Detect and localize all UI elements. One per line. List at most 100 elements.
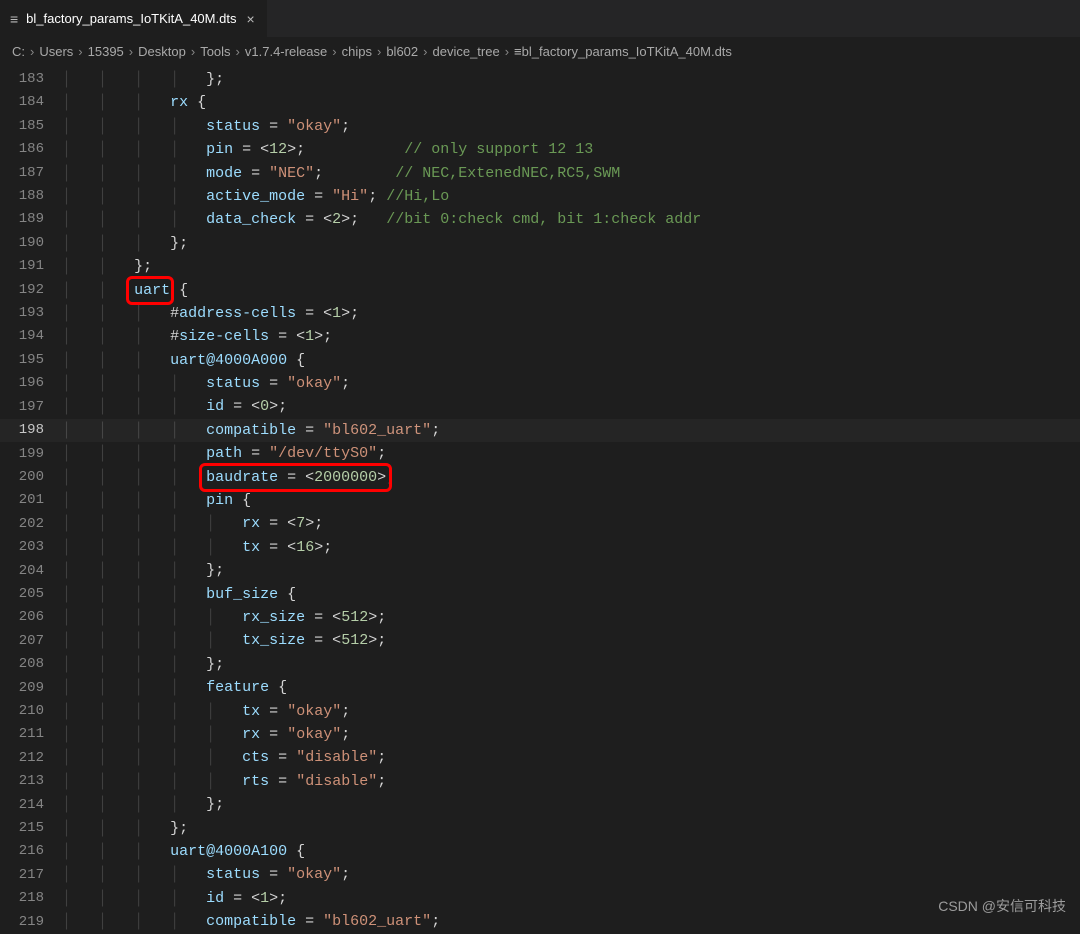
code-line[interactable]: │ │ │ uart@4000A000 { <box>62 349 1080 372</box>
code-line[interactable]: │ │ │ │ id = <1>; <box>62 887 1080 910</box>
code-line[interactable]: │ │ │ │ pin { <box>62 489 1080 512</box>
code-line[interactable]: │ │ │ │ status = "okay"; <box>62 863 1080 886</box>
breadcrumb-separator: › <box>78 44 82 59</box>
code-line[interactable]: │ │ │ │ data_check = <2>; //bit 0:check … <box>62 208 1080 231</box>
line-number: 217 <box>0 864 62 887</box>
line-number: 203 <box>0 536 62 559</box>
code-editor[interactable]: 1831841851861871881891901911921931941951… <box>0 66 1080 930</box>
line-number: 216 <box>0 840 62 863</box>
line-number: 208 <box>0 653 62 676</box>
file-tab[interactable]: ≡ bl_factory_params_IoTKitA_40M.dts × <box>0 0 268 37</box>
code-line[interactable]: │ │ │ │ │ rx = "okay"; <box>62 723 1080 746</box>
code-line[interactable]: │ │ │ │ }; <box>62 559 1080 582</box>
breadcrumb[interactable]: C: › Users › 15395 › Desktop › Tools › v1.7.4-rele… <box>0 38 1080 66</box>
code-line[interactable]: │ │ uart { <box>62 279 1080 302</box>
line-number: 219 <box>0 911 62 934</box>
code-line[interactable]: │ │ }; <box>62 255 1080 278</box>
breadcrumb-segment[interactable]: Tools <box>200 44 230 59</box>
code-line[interactable]: │ │ │ │ │ rx_size = <512>; <box>62 606 1080 629</box>
code-line[interactable]: │ │ │ │ }; <box>62 793 1080 816</box>
line-number: 205 <box>0 583 62 606</box>
line-number: 196 <box>0 372 62 395</box>
line-number: 211 <box>0 723 62 746</box>
code-line[interactable]: │ │ │ │ │ rts = "disable"; <box>62 770 1080 793</box>
line-number: 204 <box>0 560 62 583</box>
line-number: 193 <box>0 302 62 325</box>
code-line[interactable]: │ │ │ │ status = "okay"; <box>62 372 1080 395</box>
line-number: 218 <box>0 887 62 910</box>
code-line[interactable]: │ │ │ #address-cells = <1>; <box>62 302 1080 325</box>
breadcrumb-separator: › <box>236 44 240 59</box>
code-line[interactable]: │ │ │ │ status = "okay"; <box>62 115 1080 138</box>
breadcrumb-segment[interactable]: device_tree <box>432 44 499 59</box>
close-icon[interactable]: × <box>244 11 256 27</box>
line-number: 195 <box>0 349 62 372</box>
breadcrumb-separator: › <box>423 44 427 59</box>
code-line[interactable]: │ │ │ rx { <box>62 91 1080 114</box>
line-gutter: 1831841851861871881891901911921931941951… <box>0 66 62 930</box>
line-number: 213 <box>0 770 62 793</box>
breadcrumb-separator: › <box>30 44 34 59</box>
code-line[interactable]: │ │ │ │ │ cts = "disable"; <box>62 746 1080 769</box>
code-line[interactable]: │ │ │ }; <box>62 817 1080 840</box>
code-area[interactable]: │ │ │ │ };│ │ │ rx {│ │ │ │ status = "ok… <box>62 66 1080 930</box>
code-line[interactable]: │ │ │ │ baudrate = <2000000>; <box>62 466 1080 489</box>
line-number: 194 <box>0 325 62 348</box>
line-number: 185 <box>0 115 62 138</box>
code-line[interactable]: │ │ │ uart@4000A100 { <box>62 840 1080 863</box>
code-line[interactable]: │ │ │ │ │ tx = <16>; <box>62 536 1080 559</box>
breadcrumb-separator: › <box>505 44 509 59</box>
breadcrumb-segment[interactable]: chips <box>342 44 372 59</box>
code-line[interactable]: │ │ │ │ │ tx = "okay"; <box>62 700 1080 723</box>
breadcrumb-segment[interactable]: v1.7.4-release <box>245 44 327 59</box>
breadcrumb-segment[interactable]: C: <box>12 44 25 59</box>
code-line[interactable]: │ │ │ │ active_mode = "Hi"; //Hi,Lo <box>62 185 1080 208</box>
code-line[interactable]: │ │ │ │ pin = <12>; // only support 12 1… <box>62 138 1080 161</box>
code-line[interactable]: │ │ │ │ mode = "NEC"; // NEC,ExtenedNEC,… <box>62 162 1080 185</box>
line-number: 209 <box>0 677 62 700</box>
code-line[interactable]: │ │ │ }; <box>62 232 1080 255</box>
line-number: 212 <box>0 747 62 770</box>
breadcrumb-segment[interactable]: ≡ bl_factory_params_IoTKitA_40M.dts <box>514 44 732 59</box>
line-number: 210 <box>0 700 62 723</box>
code-line[interactable]: │ │ │ │ id = <0>; <box>62 395 1080 418</box>
code-line[interactable]: │ │ │ │ }; <box>62 68 1080 91</box>
breadcrumb-segment[interactable]: Desktop <box>138 44 186 59</box>
code-line[interactable]: │ │ │ │ compatible = "bl602_uart"; <box>62 419 1080 442</box>
line-number: 198 <box>0 419 62 442</box>
breadcrumb-separator: › <box>332 44 336 59</box>
breadcrumb-segment[interactable]: 15395 <box>88 44 124 59</box>
line-number: 199 <box>0 443 62 466</box>
line-number: 191 <box>0 255 62 278</box>
code-line[interactable]: │ │ │ │ }; <box>62 653 1080 676</box>
line-number: 184 <box>0 91 62 114</box>
line-number: 186 <box>0 138 62 161</box>
breadcrumb-segment[interactable]: bl602 <box>386 44 418 59</box>
code-line[interactable]: │ │ │ │ │ tx_size = <512>; <box>62 629 1080 652</box>
tab-bar: ≡ bl_factory_params_IoTKitA_40M.dts × <box>0 0 1080 38</box>
breadcrumb-separator: › <box>377 44 381 59</box>
watermark: CSDN @安信可科技 <box>938 896 1066 916</box>
code-line[interactable]: │ │ │ │ path = "/dev/ttyS0"; <box>62 442 1080 465</box>
line-number: 201 <box>0 489 62 512</box>
code-line[interactable]: │ │ │ │ buf_size { <box>62 583 1080 606</box>
breadcrumb-segment[interactable]: Users <box>39 44 73 59</box>
code-line[interactable]: │ │ │ │ feature { <box>62 676 1080 699</box>
breadcrumb-separator: › <box>191 44 195 59</box>
line-number: 188 <box>0 185 62 208</box>
line-number: 215 <box>0 817 62 840</box>
code-line[interactable]: │ │ │ │ │ rx = <7>; <box>62 512 1080 535</box>
code-line[interactable]: │ │ │ #size-cells = <1>; <box>62 325 1080 348</box>
line-number: 189 <box>0 208 62 231</box>
line-number: 183 <box>0 68 62 91</box>
line-number: 206 <box>0 606 62 629</box>
line-number: 200 <box>0 466 62 489</box>
line-number: 197 <box>0 396 62 419</box>
line-number: 187 <box>0 162 62 185</box>
line-number: 214 <box>0 794 62 817</box>
line-number: 207 <box>0 630 62 653</box>
file-icon: ≡ <box>10 11 18 27</box>
line-number: 190 <box>0 232 62 255</box>
line-number: 202 <box>0 513 62 536</box>
file-icon: ≡ <box>514 44 522 59</box>
